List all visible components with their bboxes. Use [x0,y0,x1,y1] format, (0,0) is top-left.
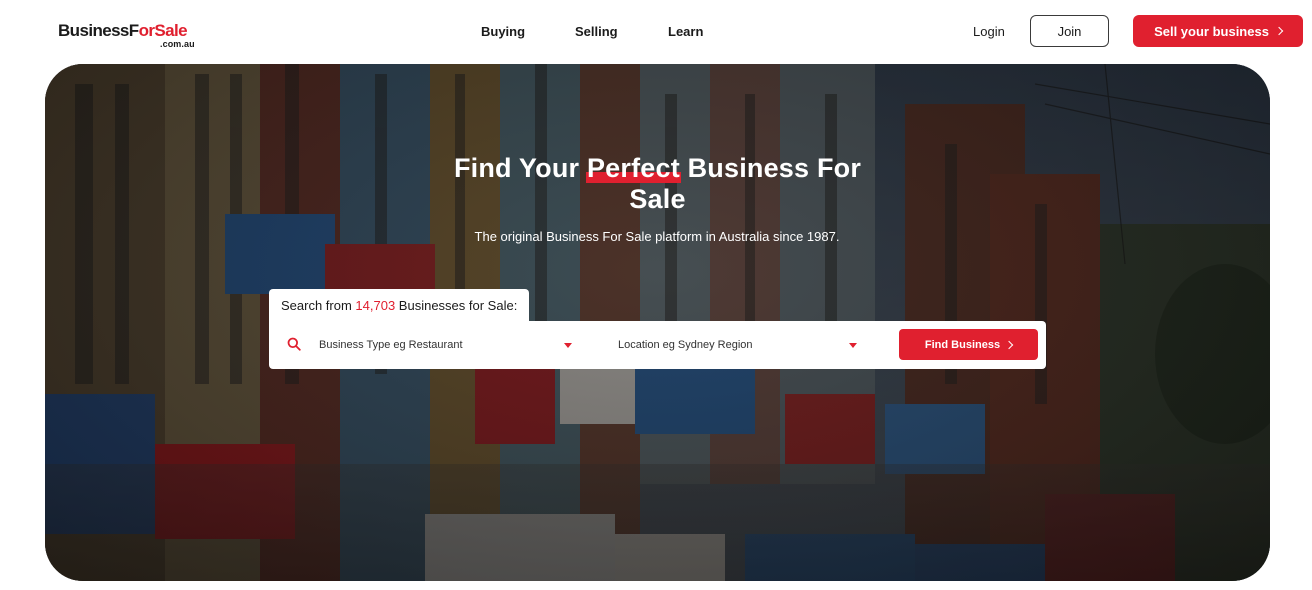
hero-subtitle: The original Business For Sale platform … [474,229,840,244]
chevron-right-icon [1274,26,1284,36]
caret-down-icon[interactable] [849,343,857,348]
headline-highlight-text: Perfect [586,153,680,183]
logo-wordmark: BusinessForSale [58,22,208,40]
nav-buying[interactable]: Buying [481,24,525,42]
caret-down-icon[interactable] [564,343,572,348]
find-business-button[interactable]: Find Business [899,329,1038,360]
search-count-tab: Search from 14,703 Businesses for Sale: [269,289,529,323]
search-icon [287,337,301,351]
business-type-placeholder: Business Type eg Restaurant [319,339,463,351]
location-field[interactable]: Location eg Sydney Region [618,321,860,369]
site-header: BusinessForSale .com.au Buying Selling L… [0,0,1312,62]
search-count-prefix: Search from [281,298,356,313]
sell-button-label: Sell your business [1154,23,1269,39]
login-link[interactable]: Login [973,24,1005,39]
join-button[interactable]: Join [1030,15,1109,47]
logo-text-prefix: BusinessF [58,21,139,40]
business-count: 14,703 [355,298,396,313]
nav-learn[interactable]: Learn [668,24,703,42]
nav-selling[interactable]: Selling [575,24,618,42]
logo[interactable]: BusinessForSale .com.au [58,22,208,52]
logo-text-accent: rSale [148,21,187,40]
find-business-label: Find Business [924,338,1001,351]
sell-your-business-button[interactable]: Sell your business [1133,15,1303,47]
chevron-right-icon [1004,340,1014,349]
headline-part-1: Find Your [453,153,587,183]
join-button-label: Join [1057,23,1082,39]
search-count-suffix: Businesses for Sale: [395,298,518,313]
logo-text-o: o [138,21,149,40]
search-form: Business Type eg Restaurant Location eg … [269,321,1046,369]
location-placeholder: Location eg Sydney Region [618,339,753,351]
logo-domain: .com.au [160,39,195,49]
page-title: Find Your Perfect Business For Sale [445,153,870,215]
hero-banner: Find Your Perfect Business For Sale The … [45,64,1270,581]
business-type-field[interactable]: Business Type eg Restaurant [319,321,577,369]
headline-highlight: Perfect [585,153,681,184]
